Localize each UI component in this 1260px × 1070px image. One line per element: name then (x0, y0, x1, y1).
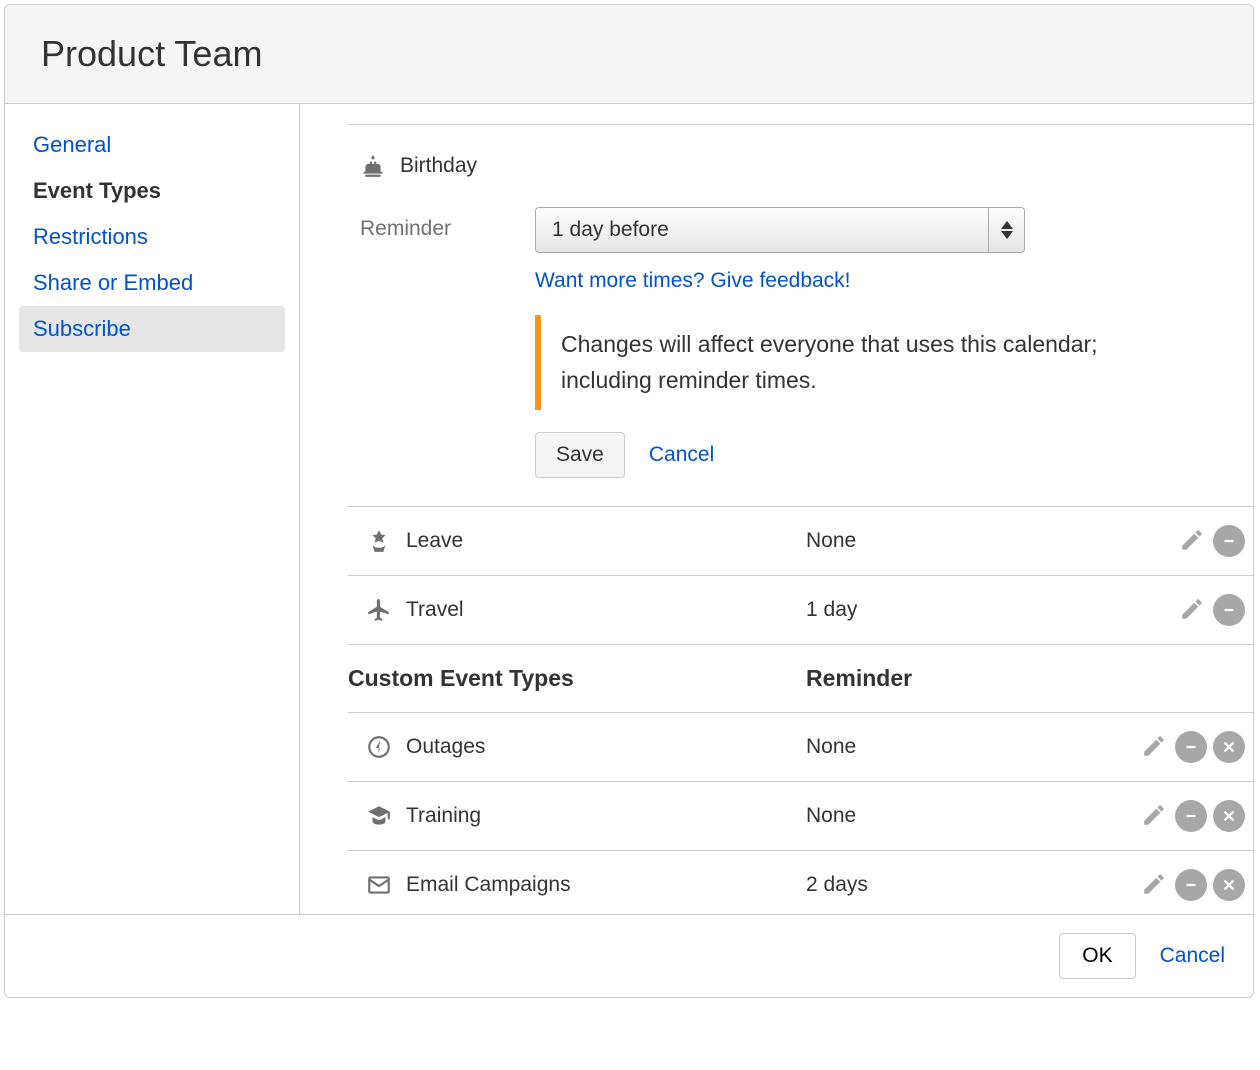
event-reminder-value: 2 days (806, 873, 1016, 897)
event-row: Outages None (348, 713, 1253, 782)
event-reminder-value: None (806, 804, 1016, 828)
edit-icon[interactable] (1139, 869, 1169, 899)
event-reminder-value: 1 day (806, 598, 1016, 622)
reminder-select[interactable]: 1 day before (535, 207, 1025, 253)
delete-icon[interactable] (1213, 731, 1245, 763)
sidebar-item-label: Subscribe (33, 316, 131, 341)
disable-icon[interactable] (1213, 525, 1245, 557)
disable-icon[interactable] (1213, 594, 1245, 626)
birthday-icon (360, 153, 386, 179)
page-title: Product Team (41, 33, 1217, 75)
sidebar-item-share-embed[interactable]: Share or Embed (19, 260, 285, 306)
event-reminder-value: None (806, 735, 1016, 759)
edit-icon[interactable] (1139, 800, 1169, 830)
sidebar-item-general[interactable]: General (19, 122, 285, 168)
event-row: Travel 1 day (348, 576, 1253, 645)
travel-icon (366, 597, 392, 623)
sidebar: General Event Types Restrictions Share o… (5, 104, 300, 914)
event-name-label: Outages (406, 735, 485, 759)
leave-icon (366, 528, 392, 554)
event-row: Email Campaigns 2 days (348, 851, 1253, 914)
reminder-select-value: 1 day before (536, 208, 988, 252)
disable-icon[interactable] (1175, 800, 1207, 832)
column-header-reminder: Reminder (806, 665, 912, 692)
sidebar-item-label: Event Types (33, 178, 161, 203)
event-edit-panel: Birthday Reminder 1 day before (348, 125, 1253, 507)
training-icon (366, 803, 392, 829)
event-row: Leave None (348, 507, 1253, 576)
sidebar-item-restrictions[interactable]: Restrictions (19, 214, 285, 260)
email-icon (366, 872, 392, 898)
feedback-link[interactable]: Want more times? Give feedback! (535, 269, 851, 293)
dialog-footer: OK Cancel (5, 914, 1253, 997)
edit-icon[interactable] (1177, 594, 1207, 624)
custom-section-header: Custom Event Types Reminder (348, 645, 1253, 713)
reminder-label: Reminder (360, 207, 515, 241)
delete-icon[interactable] (1213, 869, 1245, 901)
event-name-label: Email Campaigns (406, 873, 571, 897)
edit-icon[interactable] (1139, 731, 1169, 761)
column-header-name: Custom Event Types (348, 665, 806, 692)
footer-cancel-button[interactable]: Cancel (1160, 944, 1225, 968)
event-reminder-value: None (806, 529, 1016, 553)
sidebar-item-label: General (33, 132, 111, 157)
cancel-button[interactable]: Cancel (649, 443, 714, 467)
dialog-body: General Event Types Restrictions Share o… (5, 104, 1253, 914)
event-name-label: Training (406, 804, 481, 828)
save-button[interactable]: Save (535, 432, 625, 478)
sidebar-item-label: Share or Embed (33, 270, 193, 295)
warning-message: Changes will affect everyone that uses t… (535, 315, 1193, 410)
event-row: Training None (348, 782, 1253, 851)
disable-icon[interactable] (1175, 869, 1207, 901)
sidebar-item-label: Restrictions (33, 224, 148, 249)
sidebar-item-subscribe[interactable]: Subscribe (19, 306, 285, 352)
select-arrows-icon (988, 208, 1024, 252)
dialog: Product Team General Event Types Restric… (4, 4, 1254, 998)
outages-icon (366, 734, 392, 760)
dialog-header: Product Team (5, 5, 1253, 104)
event-name-label: Travel (406, 598, 464, 622)
ok-button[interactable]: OK (1059, 933, 1135, 979)
edit-icon[interactable] (1177, 525, 1207, 555)
delete-icon[interactable] (1213, 800, 1245, 832)
disable-icon[interactable] (1175, 731, 1207, 763)
main-panel: Birthday Reminder 1 day before (300, 104, 1253, 914)
sidebar-item-event-types[interactable]: Event Types (19, 168, 285, 214)
event-name: Birthday (400, 154, 477, 178)
event-name-label: Leave (406, 529, 463, 553)
